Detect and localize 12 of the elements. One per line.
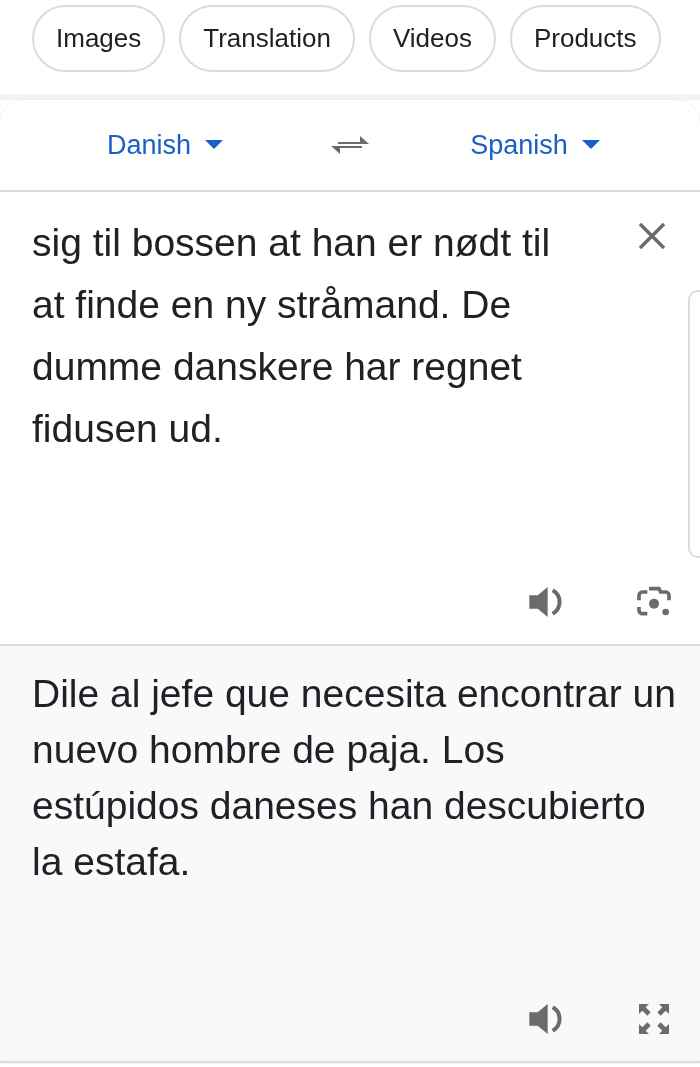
source-text[interactable]: sig til bossen at han er nødt til at finde en ny stråmand. De dumme danskere har regnet fidusen ud. [0, 192, 700, 460]
translated-text: Dile al jefe que necesita encontrar un nuevo hombre de paja. Los estúpidos daneses han descubierto la estafa. [31, 671, 677, 885]
source-language-dropdown[interactable]: Danish [106, 129, 223, 161]
filter-chip[interactable]: Translation [179, 5, 355, 72]
target-language-dropdown[interactable]: Spanish [470, 129, 600, 161]
scroll-handle[interactable] [688, 290, 700, 558]
filter-chip[interactable]: Products [509, 5, 661, 72]
caret-icon [205, 140, 223, 150]
filter-chip[interactable]: Videos [368, 5, 496, 72]
caret-icon [581, 140, 600, 150]
filter-chip[interactable]: Images [32, 5, 166, 72]
close-icon[interactable] [636, 220, 668, 252]
